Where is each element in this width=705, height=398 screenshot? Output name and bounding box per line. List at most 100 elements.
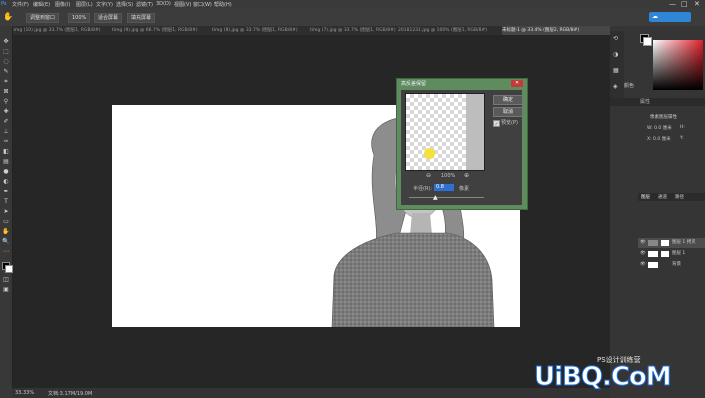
quick-mask-icon[interactable]: ◫ (2, 276, 10, 284)
lasso-tool-icon[interactable]: ◌ (2, 58, 10, 66)
path-select-icon[interactable]: ➤ (2, 208, 10, 216)
menu-layer[interactable]: 图层(L) (76, 1, 93, 8)
healing-tool-icon[interactable]: ✚ (2, 108, 10, 116)
eye-icon[interactable]: 👁 (640, 238, 646, 248)
minimize-button[interactable]: — (669, 0, 676, 9)
preview-zoom-level: 100% (441, 173, 456, 179)
menu-help[interactable]: 帮助(H) (214, 1, 232, 8)
prop-x[interactable]: X: 0.0 厘米 (647, 136, 671, 142)
layer-row[interactable]: 👁 图层 1 (638, 249, 705, 259)
menu-image[interactable]: 图像(I) (55, 1, 70, 8)
history-brush-icon[interactable]: ✑ (2, 138, 10, 146)
layer-thumbnail (648, 251, 658, 257)
tab-timg-10[interactable]: timg (10).jpg @ 33.7% (图层1, RGB/8#) (12, 26, 110, 35)
menu-3d[interactable]: 3D(D) (156, 1, 171, 7)
layer-row[interactable]: 👁 图层 1 拷贝 (638, 238, 705, 248)
prop-width[interactable]: W: 0.0 厘米 (647, 125, 672, 131)
tab-layers[interactable]: 图层 (641, 194, 650, 200)
eye-icon[interactable]: 👁 (640, 260, 646, 270)
move-tool-icon[interactable]: ✥ (2, 38, 10, 46)
layer-thumbnail (648, 262, 658, 268)
bg-color-chip[interactable] (643, 37, 652, 46)
color-panel-icon[interactable]: ◑ (613, 51, 618, 58)
tab-timg-7[interactable]: timg (7).jpg @ 33.7% (图层1, RGB/8#) (310, 26, 398, 35)
layer-name: 背景 (672, 262, 681, 267)
tools-panel: ✥ ⬚ ◌ ✎ ⌗ ⊠ ⚲ ✚ ✐ ⊥ ✑ ◧ ▤ ● ◐ ✒ T ➤ ▭ ✋ … (0, 26, 13, 398)
menu-filter[interactable]: 滤镜(T) (136, 1, 153, 8)
frame-tool-icon[interactable]: ⊠ (2, 88, 10, 96)
radius-slider-thumb[interactable]: ▲ (433, 194, 438, 201)
brush-tool-icon[interactable]: ✐ (2, 118, 10, 126)
layer-name: 图层 1 拷贝 (672, 240, 696, 245)
eye-icon[interactable]: 👁 (640, 249, 646, 259)
menu-select[interactable]: 选择(S) (116, 1, 133, 8)
radius-input[interactable]: 0.8 (434, 184, 454, 191)
zoom-tool-icon[interactable]: 🔍 (2, 238, 10, 246)
more-tools-icon[interactable]: ⋯ (2, 248, 10, 256)
dodge-tool-icon[interactable]: ◐ (2, 178, 10, 186)
menu-window[interactable]: 窗口(W) (193, 1, 212, 8)
screen-mode-icon[interactable]: ▣ (2, 286, 10, 294)
cursor-highlight (424, 148, 435, 159)
hand-tool-icon[interactable]: ✋ (3, 12, 13, 21)
tab-20181231[interactable]: 20181231.jpg @ 100% (图层1, RGB/8#) (398, 26, 502, 35)
shape-tool-icon[interactable]: ▭ (2, 218, 10, 226)
tab-paths[interactable]: 路径 (675, 194, 684, 200)
fill-screen-button[interactable]: 填充屏幕 (127, 13, 156, 23)
menu-file[interactable]: 文件(F) (12, 1, 29, 8)
swatches-panel-icon[interactable]: ▦ (613, 67, 619, 74)
eyedropper-tool-icon[interactable]: ⚲ (2, 98, 10, 106)
dialog-close-icon[interactable]: ✕ (511, 80, 523, 87)
crop-tool-icon[interactable]: ⌗ (2, 78, 10, 86)
radius-slider-track[interactable] (409, 197, 484, 198)
preview-label: 预览(P) (501, 120, 518, 126)
menu-view[interactable]: 视图(V) (174, 1, 191, 8)
high-pass-dialog: 高反差保留 ✕ 确定 取消 ✓ 预览(P) ⊖ 100% ⊕ 半径(R): 0.… (396, 78, 528, 210)
preview-checkbox[interactable]: ✓ (493, 120, 500, 127)
status-zoom[interactable]: 33.33% (15, 390, 34, 396)
zoom-100-button[interactable]: 100% (68, 13, 91, 23)
pen-tool-icon[interactable]: ✒ (2, 188, 10, 196)
tab-untitled-1[interactable]: 未标题-1 @ 33.4% (图层2, RGB/8#) (502, 26, 610, 35)
quick-select-tool-icon[interactable]: ✎ (2, 68, 10, 76)
eraser-tool-icon[interactable]: ◧ (2, 148, 10, 156)
gradient-tool-icon[interactable]: ▤ (2, 158, 10, 166)
share-badge[interactable]: ☁ (649, 12, 691, 22)
prop-height[interactable]: H: (680, 125, 685, 130)
tab-channels[interactable]: 通道 (658, 194, 667, 200)
blur-tool-icon[interactable]: ● (2, 168, 10, 176)
marquee-tool-icon[interactable]: ⬚ (2, 48, 10, 56)
dialog-titlebar[interactable]: 高反差保留 ✕ (397, 79, 527, 89)
layer-thumbnail (648, 240, 658, 246)
layer-row[interactable]: 👁 背景 (638, 260, 705, 270)
prop-y[interactable]: Y: (680, 136, 684, 141)
type-tool-icon[interactable]: T (2, 198, 10, 206)
close-window-button[interactable]: ✕ (694, 0, 700, 9)
radius-unit: 像素 (459, 186, 470, 192)
menu-bar: Ps 文件(F) 编辑(E) 图像(I) 图层(L) 文字(Y) 选择(S) 滤… (0, 0, 705, 9)
properties-subtitle: 像素图层属性 (650, 115, 677, 120)
color-picker-field[interactable] (653, 40, 703, 90)
tab-timg-8[interactable]: timg (8).jpg @ 33.7% (图层1, RGB/8#) (212, 26, 310, 35)
cancel-button[interactable]: 取消 (493, 107, 523, 117)
hand-tool-icon[interactable]: ✋ (2, 228, 10, 236)
filter-preview[interactable] (405, 93, 485, 171)
fit-screen-button[interactable]: 适合屏幕 (94, 13, 123, 23)
ok-button[interactable]: 确定 (493, 95, 523, 105)
status-doc-size: 文档:3.17M/19.0M (48, 391, 93, 397)
dialog-body: 确定 取消 ✓ 预览(P) ⊖ 100% ⊕ 半径(R): 0.8 像素 ▲ (401, 90, 523, 205)
layer-mask-thumbnail (661, 251, 669, 257)
history-panel-icon[interactable]: ⟲ (613, 35, 618, 42)
fit-window-button[interactable]: 调整到窗口 (26, 13, 60, 23)
adjust-panel-icon[interactable]: ◈ (613, 83, 618, 90)
zoom-out-icon[interactable]: ⊖ (426, 172, 431, 179)
cloud-icon: ☁ (652, 13, 658, 20)
menu-edit[interactable]: 编辑(E) (33, 1, 50, 8)
background-color-swatch[interactable] (5, 265, 13, 273)
menu-type[interactable]: 文字(Y) (96, 1, 113, 8)
tab-timg-9[interactable]: timg (9).jpg @ 66.7% (图层1, RGB/8#) (112, 26, 210, 35)
properties-header[interactable]: 属性 (610, 98, 705, 106)
maximize-button[interactable]: □ (681, 0, 688, 9)
zoom-in-icon[interactable]: ⊕ (464, 172, 469, 179)
stamp-tool-icon[interactable]: ⊥ (2, 128, 10, 136)
